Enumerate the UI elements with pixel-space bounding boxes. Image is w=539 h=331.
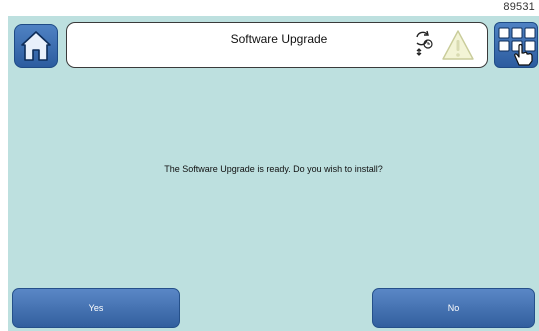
sync-icon [416,30,433,56]
device-id-label: 89531 [503,1,535,13]
home-button[interactable] [14,24,58,68]
apps-grid-icon [498,27,536,66]
yes-button-label: Yes [88,303,104,313]
apps-menu-button[interactable] [494,22,538,68]
yes-button[interactable]: Yes [12,288,180,328]
warning-triangle-icon [442,30,474,60]
main-screen: Software Upgrade The Software Upgrade is… [8,16,539,331]
no-button[interactable]: No [372,288,535,328]
home-icon [21,31,51,61]
no-button-label: No [447,303,460,313]
title-bar: Software Upgrade [66,22,488,68]
upgrade-prompt-message: The Software Upgrade is ready. Do you wi… [164,164,383,174]
page-title: Software Upgrade [230,32,328,46]
